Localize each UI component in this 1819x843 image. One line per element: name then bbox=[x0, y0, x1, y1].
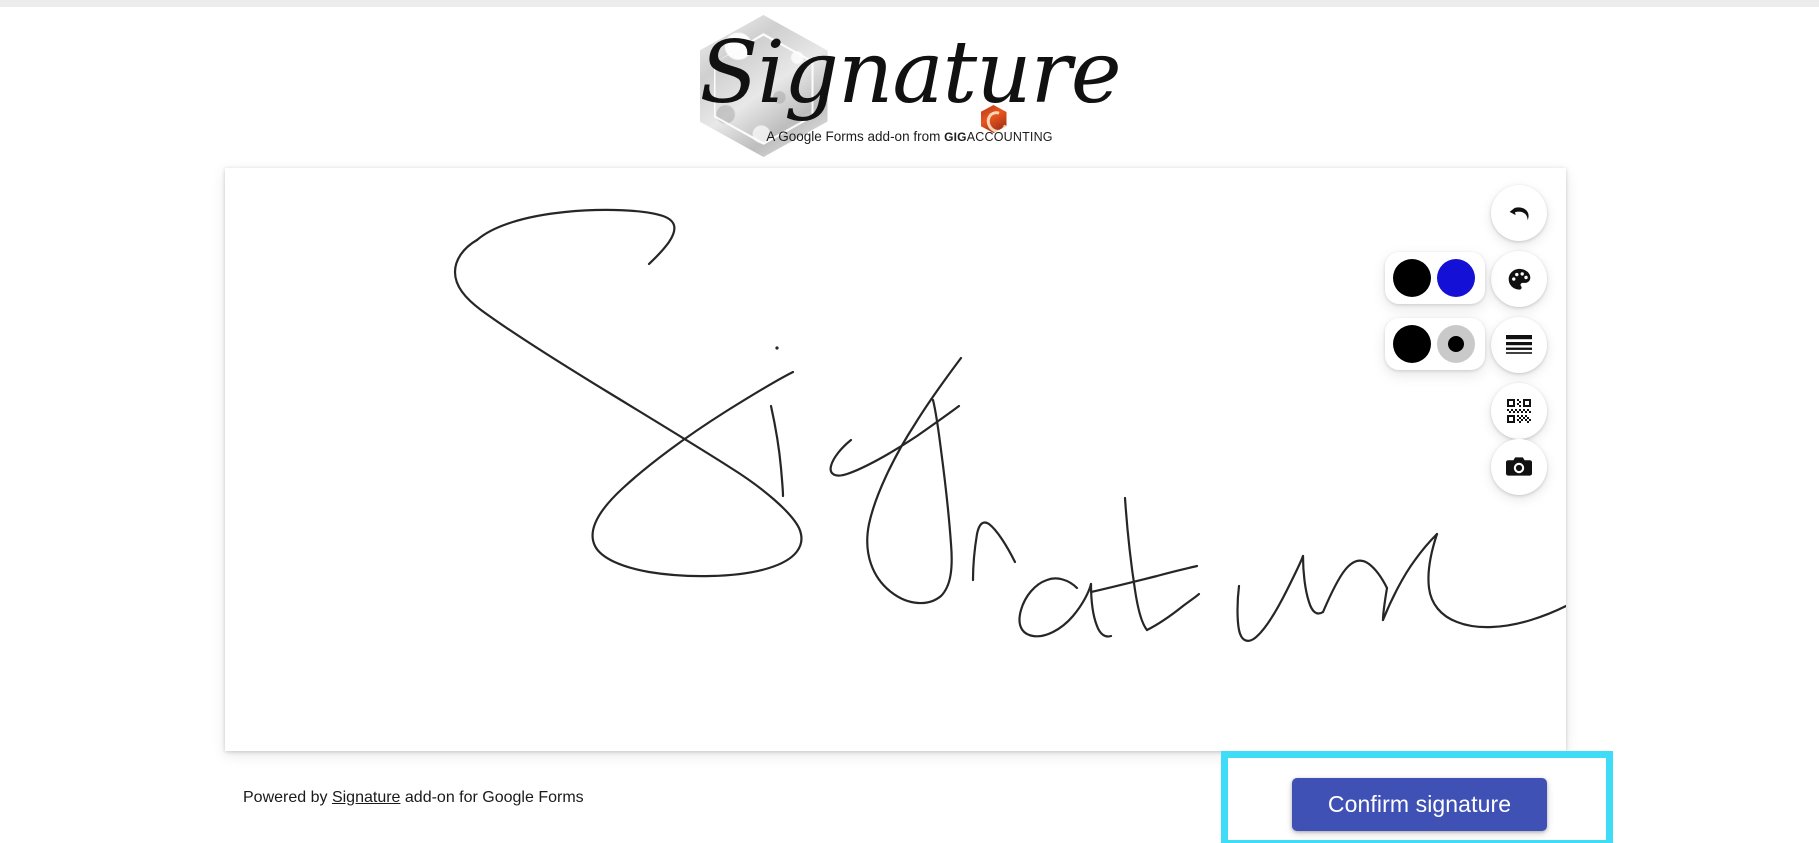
app-tagline: A Google Forms add-on from GIGACCOUNTING bbox=[700, 129, 1120, 144]
undo-arrow-icon bbox=[1509, 206, 1529, 220]
color-swatch-black[interactable] bbox=[1393, 259, 1431, 297]
palette-button[interactable] bbox=[1491, 251, 1547, 307]
palette-icon bbox=[1508, 268, 1530, 290]
footer-credit: Powered by Signature add-on for Google F… bbox=[243, 789, 584, 807]
signature-card bbox=[225, 168, 1566, 751]
tagline-brand-accounting: ACCOUNTING bbox=[966, 130, 1053, 144]
color-swatch-panel bbox=[1385, 252, 1485, 304]
thickness-dot-large bbox=[1393, 325, 1431, 363]
footer-prefix: Powered by bbox=[243, 789, 328, 806]
footer-signature-link[interactable]: Signature bbox=[332, 789, 401, 806]
thickness-dot-small bbox=[1448, 336, 1464, 352]
thickness-option-thin[interactable] bbox=[1437, 325, 1475, 363]
tagline-prefix: A Google Forms add-on from bbox=[766, 129, 941, 144]
app-logo-wordmark: Signature bbox=[699, 23, 1122, 123]
camera-icon bbox=[1506, 457, 1532, 476]
undo-button[interactable] bbox=[1491, 185, 1547, 241]
thickness-button[interactable] bbox=[1491, 317, 1547, 373]
app-header: Signature A Google Forms add-on from GIG… bbox=[0, 7, 1819, 162]
qr-code-icon bbox=[1507, 399, 1531, 423]
confirm-signature-button[interactable]: Confirm signature bbox=[1292, 778, 1547, 831]
qr-code-button[interactable] bbox=[1491, 383, 1547, 439]
camera-button[interactable] bbox=[1491, 439, 1547, 495]
signature-drawing-canvas[interactable] bbox=[225, 168, 1566, 751]
footer-suffix: add-on for Google Forms bbox=[404, 789, 584, 806]
line-thickness-icon bbox=[1506, 335, 1532, 354]
tagline-brand-gig: GIG bbox=[944, 130, 967, 144]
color-swatch-blue[interactable] bbox=[1437, 259, 1475, 297]
thickness-option-thick[interactable] bbox=[1393, 325, 1431, 363]
app-logo: Signature A Google Forms add-on from GIG… bbox=[699, 11, 1122, 161]
thickness-option-panel bbox=[1385, 318, 1485, 370]
browser-top-strip bbox=[0, 0, 1819, 7]
